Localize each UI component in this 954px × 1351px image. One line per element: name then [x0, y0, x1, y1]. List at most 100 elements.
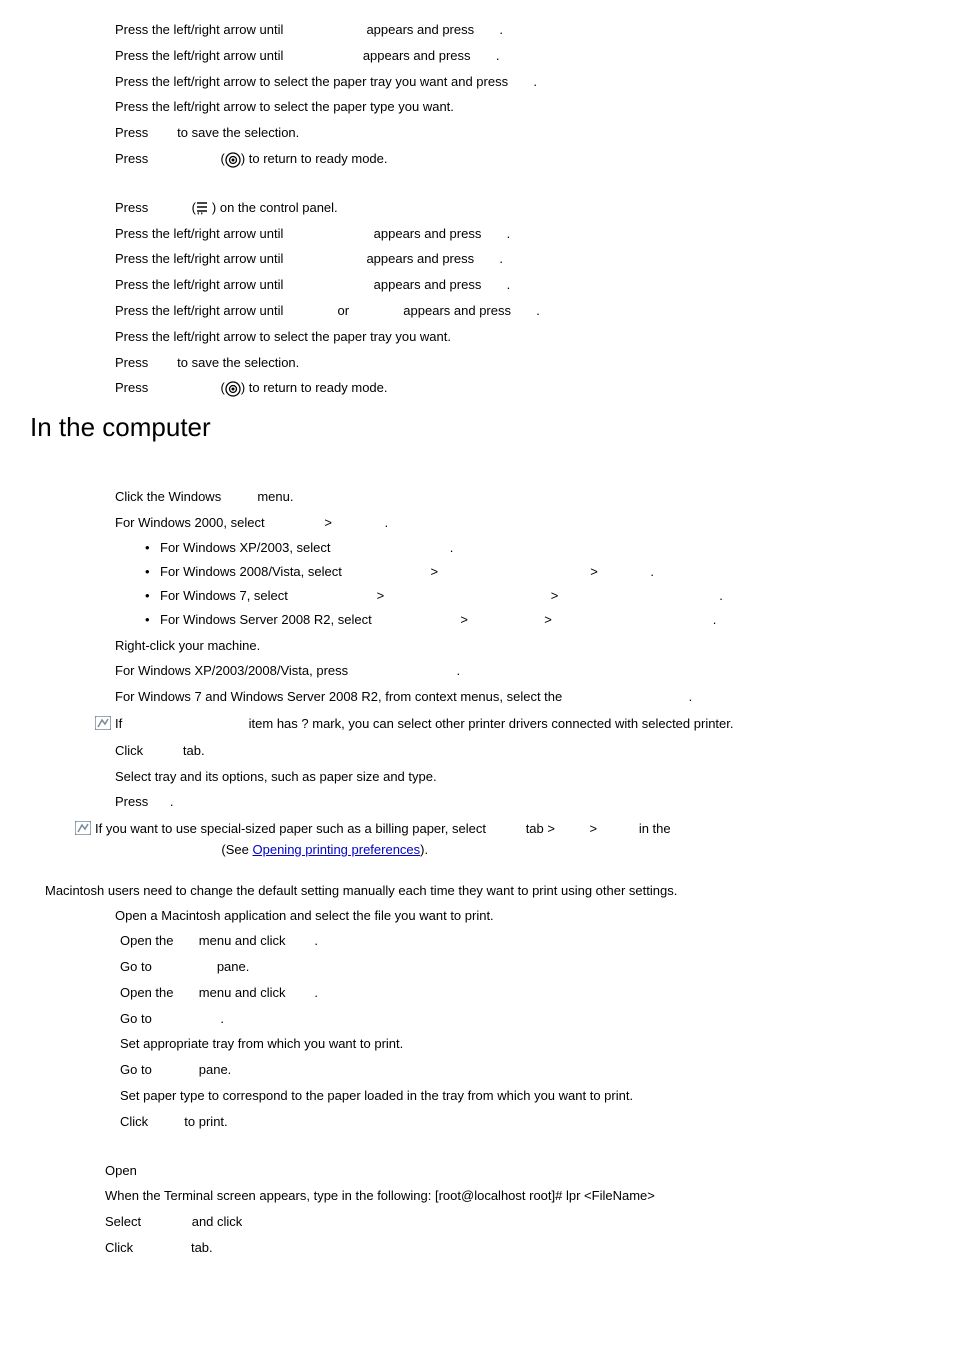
text: ) to return to ready mode.	[241, 380, 388, 395]
step: Select tray and its options, such as pap…	[115, 767, 924, 788]
step: Press the left/right arrow until or appe…	[115, 301, 924, 322]
step: Press the left/right arrow until appears…	[115, 46, 924, 67]
text: Press the left/right arrow until	[115, 226, 283, 241]
procedure-block-2: Press () on the control panel. Press the…	[115, 198, 924, 399]
note-block: If item has ? mark, you can select other…	[95, 714, 924, 735]
step: Press () to return to ready mode.	[115, 378, 924, 399]
step: When the Terminal screen appears, type i…	[105, 1186, 924, 1207]
text: tab.	[191, 1240, 213, 1255]
step: For Windows 7 and Windows Server 2008 R2…	[115, 687, 924, 708]
text: in the	[639, 821, 671, 836]
stop-clear-icon	[225, 152, 241, 168]
note-icon	[95, 716, 111, 730]
text: Press	[115, 794, 148, 809]
text: .	[385, 515, 389, 530]
text: .	[450, 540, 454, 555]
step: Open the menu and click .	[120, 983, 924, 1004]
step: For Windows 2000, select > .	[115, 513, 924, 534]
text: .	[170, 794, 174, 809]
text: appears and press	[366, 22, 474, 37]
step: Go to pane.	[120, 957, 924, 978]
text: ) on the control panel.	[212, 200, 338, 215]
text: .	[499, 22, 503, 37]
text: Press the left/right arrow until	[115, 277, 283, 292]
text: Right-click your machine.	[115, 638, 260, 653]
text: and click	[192, 1214, 243, 1229]
text: Press the left/right arrow until	[115, 251, 283, 266]
heading-in-the-computer: In the computer	[30, 407, 924, 449]
text: Press the left/right arrow to select the…	[115, 329, 451, 344]
text: Press	[115, 151, 148, 166]
text: Open	[105, 1163, 137, 1178]
step: Press the left/right arrow to select the…	[115, 72, 924, 93]
text: Press the left/right arrow until	[115, 303, 283, 318]
separator: >	[544, 610, 552, 631]
step: Press () on the control panel.	[115, 198, 924, 219]
text: Press	[115, 200, 148, 215]
step: Press the left/right arrow to select the…	[115, 97, 924, 118]
step: Open	[105, 1161, 924, 1182]
separator: >	[377, 586, 385, 607]
text: Set appropriate tray from which you want…	[120, 1036, 403, 1051]
text: If	[115, 716, 122, 731]
step: Click tab.	[105, 1238, 924, 1259]
menu-icon	[196, 201, 212, 215]
text: Press	[115, 125, 148, 140]
text: appears and press	[374, 226, 482, 241]
step: Click tab.	[115, 741, 924, 762]
text: Click	[105, 1240, 133, 1255]
text: .	[314, 985, 318, 1000]
text: Set paper type to correspond to the pape…	[120, 1088, 633, 1103]
text: menu.	[257, 489, 293, 504]
step: Press to save the selection.	[115, 353, 924, 374]
separator: >	[460, 610, 468, 631]
text: .	[507, 226, 511, 241]
text: (See	[221, 842, 252, 857]
step: For Windows XP/2003/2008/Vista, press .	[115, 661, 924, 682]
separator: >	[431, 562, 439, 583]
text: For Windows Server 2008 R2, select	[160, 612, 372, 627]
link-opening-printing-preferences[interactable]: Opening printing preferences	[253, 842, 421, 857]
text: Press	[115, 380, 148, 395]
step: Press the left/right arrow until appears…	[115, 275, 924, 296]
text: .	[650, 564, 654, 579]
bullet-item: For Windows Server 2008 R2, select > > .	[145, 610, 924, 631]
separator: >	[324, 513, 332, 534]
step: Press the left/right arrow to select the…	[115, 327, 924, 348]
step: Click to print.	[120, 1112, 924, 1133]
text: .	[314, 933, 318, 948]
mac-intro: Macintosh users need to change the defau…	[45, 881, 924, 902]
step: Press the left/right arrow until appears…	[115, 249, 924, 270]
text: Click the Windows	[115, 489, 221, 504]
text: appears and press	[403, 303, 511, 318]
text: Click	[120, 1114, 148, 1129]
note-block: If you want to use special-sized paper s…	[75, 819, 924, 861]
text: .	[713, 612, 717, 627]
step: Press () to return to ready mode.	[115, 149, 924, 170]
text: .	[507, 277, 511, 292]
stop-clear-icon	[225, 381, 241, 397]
text: Go to	[120, 959, 152, 974]
step: Set appropriate tray from which you want…	[120, 1034, 924, 1055]
windows-block: Click the Windows menu. For Windows 2000…	[115, 487, 924, 708]
text: Open the	[120, 933, 174, 948]
separator: >	[589, 819, 597, 840]
text: Go to	[120, 1011, 152, 1026]
text: Select	[105, 1214, 141, 1229]
text: Press the left/right arrow until	[115, 22, 283, 37]
mac-block: Open the menu and click . Go to pane. Op…	[120, 931, 924, 1132]
text: For Windows 2008/Vista, select	[160, 564, 342, 579]
text: Open the	[120, 985, 174, 1000]
text: If you want to use special-sized paper s…	[95, 821, 486, 836]
text: pane.	[217, 959, 250, 974]
text: .	[496, 48, 500, 63]
bullet-item: For Windows XP/2003, select .	[145, 538, 924, 559]
text: to save the selection.	[177, 125, 299, 140]
windows-block-2: Click tab. Select tray and its options, …	[115, 741, 924, 813]
step: Go to pane.	[120, 1060, 924, 1081]
text: .	[689, 689, 693, 704]
text: menu and click	[199, 985, 286, 1000]
text: appears and press	[363, 48, 471, 63]
text: item has ? mark, you can select other pr…	[249, 716, 734, 731]
step: Go to .	[120, 1009, 924, 1030]
